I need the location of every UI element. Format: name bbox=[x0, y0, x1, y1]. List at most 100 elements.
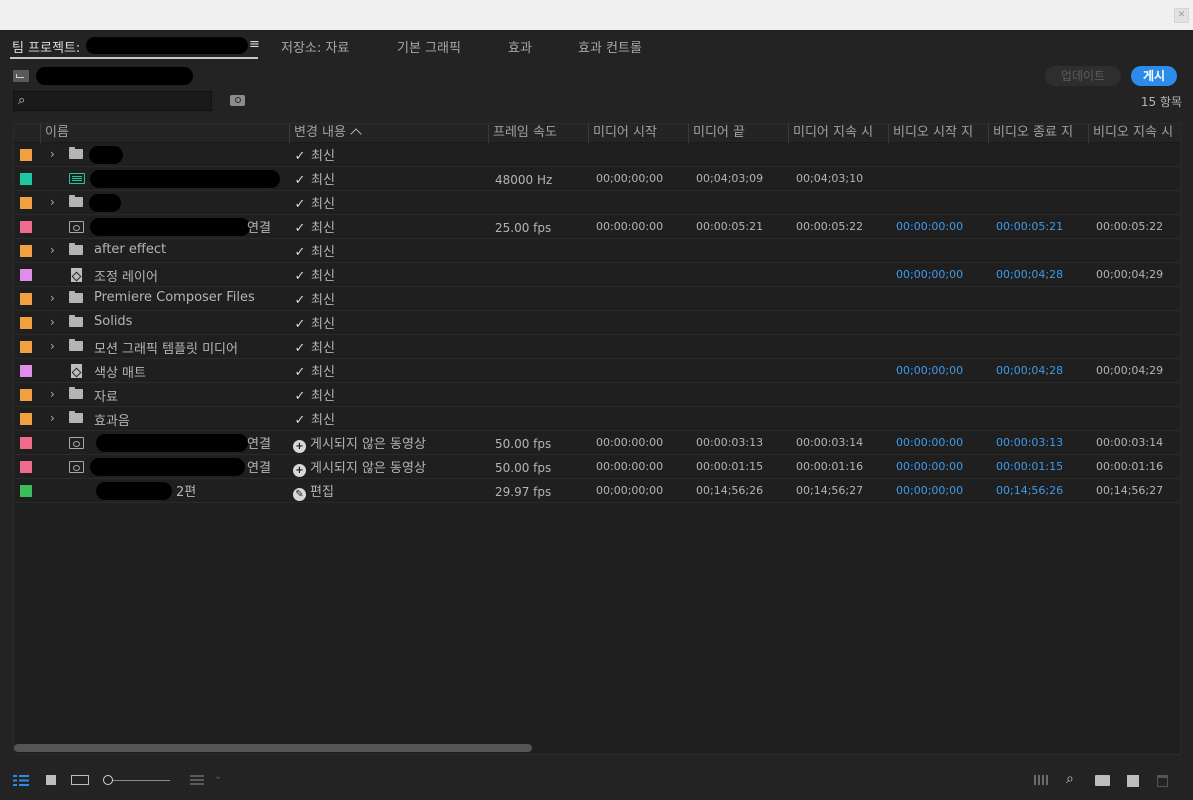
audio-icon bbox=[69, 173, 85, 184]
column-header-video-out[interactable]: 비디오 종료 지 bbox=[988, 124, 1088, 143]
chevron-right-icon[interactable]: › bbox=[50, 147, 55, 161]
publish-button[interactable]: 게시 bbox=[1131, 66, 1177, 86]
column-header-changes[interactable]: 변경 내용 bbox=[289, 124, 488, 143]
update-button[interactable]: 업데이트 bbox=[1045, 66, 1121, 86]
cell-vd: 00:00:05:22 bbox=[1096, 220, 1164, 233]
label-color-swatch[interactable] bbox=[20, 149, 32, 161]
tab-effects[interactable]: 효과 bbox=[508, 37, 532, 56]
label-color-swatch[interactable] bbox=[20, 437, 32, 449]
list-item[interactable]: › ✓ 최신 bbox=[14, 191, 1180, 215]
label-color-swatch[interactable] bbox=[20, 317, 32, 329]
cell-ve[interactable]: 00:00:05:21 bbox=[996, 220, 1063, 233]
cell-vs[interactable]: 00;00;00;00 bbox=[896, 484, 963, 497]
list-view-icon[interactable] bbox=[13, 775, 29, 786]
tab-bin-assets[interactable]: 저장소: 자료 bbox=[281, 37, 349, 56]
list-item[interactable]: › Premiere Composer Files ✓ 최신 bbox=[14, 287, 1180, 311]
item-name[interactable]: 조정 레이어 bbox=[94, 266, 158, 285]
list-item[interactable]: 색상 매트 ✓ 최신 00;00;00;00 00;00;04;28 00;00;04;2… bbox=[14, 359, 1180, 383]
label-color-swatch[interactable] bbox=[20, 341, 32, 353]
column-header-media-end[interactable]: 미디어 끝 bbox=[688, 124, 788, 143]
cell-ve[interactable]: 00;00;04;28 bbox=[996, 364, 1063, 377]
chevron-right-icon[interactable]: › bbox=[50, 339, 55, 353]
new-bin-icon[interactable] bbox=[1095, 775, 1110, 786]
label-color-swatch[interactable] bbox=[20, 485, 32, 497]
automate-to-sequence-icon[interactable] bbox=[1034, 775, 1050, 785]
cell-ve[interactable]: 00;14;56;26 bbox=[996, 484, 1063, 497]
column-header-media-duration[interactable]: 미디어 지속 시 bbox=[788, 124, 888, 143]
label-color-swatch[interactable] bbox=[20, 221, 32, 233]
tab-essential-graphics[interactable]: 기본 그래픽 bbox=[397, 37, 461, 56]
item-name[interactable]: 자료 bbox=[94, 386, 118, 405]
item-name[interactable]: 색상 매트 bbox=[94, 362, 146, 381]
list-item[interactable]: 연결 + 게시되지 않은 동영상 50.00 fps 00:00:00:00 00:00:… bbox=[14, 431, 1180, 455]
horizontal-scrollbar[interactable] bbox=[14, 744, 532, 752]
zoom-slider-handle[interactable] bbox=[103, 775, 113, 785]
label-color-swatch[interactable] bbox=[20, 365, 32, 377]
chevron-right-icon[interactable]: › bbox=[50, 411, 55, 425]
item-name[interactable]: 모션 그래픽 템플릿 미디어 bbox=[94, 338, 238, 357]
tab-effect-controls[interactable]: 효과 컨트롤 bbox=[578, 37, 642, 56]
bin-up-icon[interactable] bbox=[13, 70, 29, 82]
label-color-swatch[interactable] bbox=[20, 389, 32, 401]
freeform-view-icon[interactable] bbox=[71, 775, 89, 785]
chevron-right-icon[interactable]: › bbox=[50, 291, 55, 305]
trash-icon[interactable] bbox=[1157, 775, 1168, 787]
sort-chevron-down-icon[interactable]: ⌄ bbox=[214, 771, 222, 782]
find-icon[interactable] bbox=[230, 95, 245, 106]
label-color-swatch[interactable] bbox=[20, 269, 32, 281]
list-item[interactable]: › 자료 ✓ 최신 bbox=[14, 383, 1180, 407]
item-name[interactable]: Premiere Composer Files bbox=[94, 290, 255, 305]
panel-menu-icon[interactable]: ≡ bbox=[249, 37, 260, 52]
chevron-right-icon[interactable]: › bbox=[50, 243, 55, 257]
label-color-swatch[interactable] bbox=[20, 461, 32, 473]
list-item[interactable]: 2편 ✎ 편집 29.97 fps 00;00;00;00 00;14;56;26 00;1… bbox=[14, 479, 1180, 503]
cell-vs[interactable]: 00;00;00;00 bbox=[896, 268, 963, 281]
icon-view-icon[interactable] bbox=[46, 775, 56, 785]
label-color-swatch[interactable] bbox=[20, 413, 32, 425]
change-status: ✎ 편집 bbox=[293, 481, 334, 501]
column-header-video-in[interactable]: 비디오 시작 지 bbox=[888, 124, 988, 143]
list-item[interactable]: › Solids ✓ 최신 bbox=[14, 311, 1180, 335]
zoom-slider-track[interactable] bbox=[106, 780, 170, 781]
doc-icon bbox=[71, 268, 82, 282]
list-item[interactable]: 연결 ✓ 최신 25.00 fps 00:00:00:00 00:00:05:21 00:0… bbox=[14, 215, 1180, 239]
close-icon[interactable]: ✕ bbox=[1174, 8, 1189, 23]
list-item[interactable]: › after effect ✓ 최신 bbox=[14, 239, 1180, 263]
cell-ve[interactable]: 00:00:03:13 bbox=[996, 436, 1063, 449]
list-item[interactable]: 연결 + 게시되지 않은 동영상 50.00 fps 00:00:00:00 00:00:… bbox=[14, 455, 1180, 479]
item-name[interactable]: after effect bbox=[94, 242, 166, 257]
chevron-right-icon[interactable]: › bbox=[50, 315, 55, 329]
new-item-icon[interactable] bbox=[1127, 775, 1139, 787]
item-name-suffix: 2편 bbox=[176, 485, 197, 500]
list-item[interactable]: › 모션 그래픽 템플릿 미디어 ✓ 최신 bbox=[14, 335, 1180, 359]
find-icon[interactable]: ⌕ bbox=[1066, 771, 1074, 787]
cell-ve[interactable]: 00:00:01:15 bbox=[996, 460, 1063, 473]
cell-vs[interactable]: 00;00;00;00 bbox=[896, 364, 963, 377]
label-color-swatch[interactable] bbox=[20, 173, 32, 185]
cell-md: 00;04;03;10 bbox=[796, 172, 864, 185]
change-status: + 게시되지 않은 동영상 bbox=[293, 457, 426, 477]
label-color-swatch[interactable] bbox=[20, 197, 32, 209]
column-header-media-start[interactable]: 미디어 시작 bbox=[588, 124, 688, 143]
item-name[interactable]: 효과음 bbox=[94, 410, 130, 429]
list-item[interactable]: ✓ 최신 48000 Hz 00;00;00;00 00;04;03;09 00;04;0… bbox=[14, 167, 1180, 191]
label-color-swatch[interactable] bbox=[20, 245, 32, 257]
sort-icons-icon[interactable] bbox=[190, 775, 204, 785]
label-color-swatch[interactable] bbox=[20, 293, 32, 305]
item-name[interactable]: Solids bbox=[94, 314, 132, 329]
chevron-right-icon[interactable]: › bbox=[50, 195, 55, 209]
column-header-video-duration[interactable]: 비디오 지속 시 bbox=[1088, 124, 1180, 143]
search-input[interactable] bbox=[13, 91, 212, 111]
column-header-frame-rate[interactable]: 프레임 속도 bbox=[488, 124, 588, 143]
chevron-right-icon[interactable]: › bbox=[50, 387, 55, 401]
column-header-video-duration-label: 비디오 지속 시 bbox=[1093, 125, 1174, 140]
cell-vs[interactable]: 00:00:00:00 bbox=[896, 436, 963, 449]
list-item[interactable]: › 효과음 ✓ 최신 bbox=[14, 407, 1180, 431]
cell-ve[interactable]: 00;00;04;28 bbox=[996, 268, 1063, 281]
tab-team-project[interactable]: 팀 프로젝트: bbox=[12, 37, 80, 56]
list-item[interactable]: 조정 레이어 ✓ 최신 00;00;00;00 00;00;04;28 00;00;04;… bbox=[14, 263, 1180, 287]
cell-vs[interactable]: 00:00:00:00 bbox=[896, 220, 963, 233]
cell-vs[interactable]: 00:00:00:00 bbox=[896, 460, 963, 473]
list-item[interactable]: › ✓ 최신 bbox=[14, 143, 1180, 167]
column-header-name[interactable]: 이름 bbox=[40, 124, 289, 143]
